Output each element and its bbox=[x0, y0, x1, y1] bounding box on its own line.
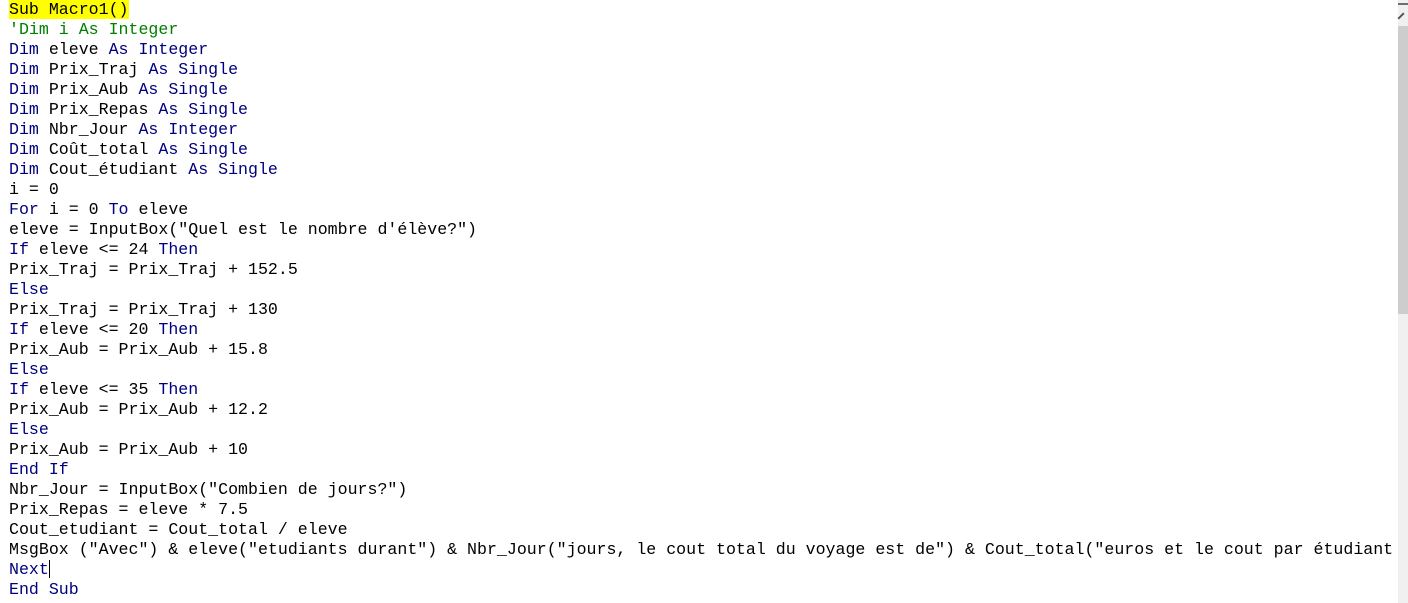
code-token: eleve <= 24 bbox=[38, 240, 159, 259]
code-line[interactable]: Dim Prix_Aub As Single bbox=[9, 80, 1393, 100]
keyword-token: Else bbox=[9, 420, 49, 439]
code-line[interactable]: eleve = InputBox("Quel est le nombre d'é… bbox=[9, 220, 1393, 240]
code-token: Prix_Aub = Prix_Aub + 12.2 bbox=[9, 400, 268, 419]
code-token: eleve <= 20 bbox=[38, 320, 159, 339]
code-line[interactable]: Prix_Aub = Prix_Aub + 12.2 bbox=[9, 400, 1393, 420]
code-line[interactable]: For i = 0 To eleve bbox=[9, 200, 1393, 220]
keyword-token: Next bbox=[9, 560, 49, 579]
split-handle-icon bbox=[1397, 12, 1405, 20]
scrollbar-splitter[interactable] bbox=[1398, 3, 1408, 5]
keyword-token: As Single bbox=[138, 80, 229, 99]
code-line[interactable]: Prix_Repas = eleve * 7.5 bbox=[9, 500, 1393, 520]
code-line[interactable]: i = 0 bbox=[9, 180, 1393, 200]
keyword-token: Then bbox=[158, 240, 199, 259]
code-token: Prix_Aub bbox=[48, 80, 139, 99]
keyword-token: Else bbox=[9, 360, 49, 379]
code-line[interactable]: Dim Cout_étudiant As Single bbox=[9, 160, 1393, 180]
code-token: i = 0 bbox=[48, 200, 109, 219]
keyword-token: As Single bbox=[158, 140, 249, 159]
keyword-token: Dim bbox=[9, 100, 49, 119]
code-line[interactable]: Prix_Traj = Prix_Traj + 152.5 bbox=[9, 260, 1393, 280]
keyword-token: If bbox=[9, 240, 39, 259]
code-line[interactable]: Dim eleve As Integer bbox=[9, 40, 1393, 60]
code-line[interactable]: Cout_etudiant = Cout_total / eleve bbox=[9, 520, 1393, 540]
keyword-token: End Sub bbox=[9, 580, 79, 599]
code-token: Cout_étudiant bbox=[48, 160, 189, 179]
keyword-token: Dim bbox=[9, 40, 49, 59]
code-line[interactable]: Prix_Aub = Prix_Aub + 10 bbox=[9, 440, 1393, 460]
text-caret bbox=[48, 560, 50, 578]
code-token: Prix_Traj = Prix_Traj + 130 bbox=[9, 300, 278, 319]
code-token: Prix_Aub = Prix_Aub + 10 bbox=[9, 440, 248, 459]
code-token: Cout_etudiant = Cout_total / eleve bbox=[9, 520, 348, 539]
keyword-token: Else bbox=[9, 280, 49, 299]
code-token: MsgBox ("Avec") & eleve("etudiants duran… bbox=[9, 540, 1394, 559]
keyword-token: Dim bbox=[9, 60, 49, 79]
code-token: Prix_Repas = eleve * 7.5 bbox=[9, 500, 248, 519]
keyword-token: As Single bbox=[188, 160, 278, 179]
code-line[interactable]: End If bbox=[9, 460, 1393, 480]
code-line[interactable]: Else bbox=[9, 280, 1393, 300]
keyword-token: As Single bbox=[148, 60, 239, 79]
code-line[interactable]: Else bbox=[9, 360, 1393, 380]
code-line[interactable]: Else bbox=[9, 420, 1393, 440]
code-line[interactable]: Next bbox=[9, 560, 1393, 580]
scrollbar-thumb[interactable] bbox=[1398, 26, 1408, 314]
keyword-token: Dim bbox=[9, 120, 49, 139]
code-token: Prix_Repas bbox=[48, 100, 159, 119]
code-token: eleve bbox=[138, 200, 189, 219]
code-token: Coût_total bbox=[48, 140, 159, 159]
code-line[interactable]: Dim Prix_Traj As Single bbox=[9, 60, 1393, 80]
keyword-token: For bbox=[9, 200, 49, 219]
keyword-token: If bbox=[9, 320, 39, 339]
keyword-token: If bbox=[9, 380, 39, 399]
keyword-token: End If bbox=[9, 460, 69, 479]
code-editor[interactable]: Sub Macro1() 'Dim i As Integer Dim eleve A… bbox=[0, 0, 1398, 603]
code-token: Prix_Traj = Prix_Traj + 152.5 bbox=[9, 260, 298, 279]
code-token: i = 0 bbox=[9, 180, 59, 199]
code-line[interactable]: Dim Prix_Repas As Single bbox=[9, 100, 1393, 120]
code-token: eleve = InputBox("Quel est le nombre d'é… bbox=[9, 220, 478, 239]
code-line[interactable]: MsgBox ("Avec") & eleve("etudiants duran… bbox=[9, 540, 1393, 560]
vertical-scrollbar[interactable] bbox=[1397, 0, 1408, 603]
code-line[interactable]: Prix_Traj = Prix_Traj + 130 bbox=[9, 300, 1393, 320]
code-line[interactable]: If eleve <= 24 Then bbox=[9, 240, 1393, 260]
code-line[interactable]: Prix_Aub = Prix_Aub + 15.8 bbox=[9, 340, 1393, 360]
code-token: Prix_Aub = Prix_Aub + 15.8 bbox=[9, 340, 268, 359]
code-line[interactable]: Dim Coût_total As Single bbox=[9, 140, 1393, 160]
code-line[interactable]: 'Dim i As Integer bbox=[9, 20, 1393, 40]
code-line[interactable]: End Sub bbox=[9, 580, 1393, 600]
code-token: Prix_Traj bbox=[48, 60, 149, 79]
keyword-token: As Integer bbox=[138, 120, 239, 139]
execution-point-highlight: Sub Macro1() bbox=[9, 0, 129, 19]
keyword-token: Then bbox=[158, 320, 199, 339]
code-line[interactable]: If eleve <= 35 Then bbox=[9, 380, 1393, 400]
keyword-token: Dim bbox=[9, 80, 49, 99]
code-line[interactable]: If eleve <= 20 Then bbox=[9, 320, 1393, 340]
keyword-token: As Integer bbox=[108, 40, 209, 59]
keyword-token: As Single bbox=[158, 100, 249, 119]
keyword-token: To bbox=[108, 200, 139, 219]
code-token: Nbr_Jour bbox=[48, 120, 139, 139]
code-line[interactable]: Nbr_Jour = InputBox("Combien de jours?") bbox=[9, 480, 1393, 500]
code-line[interactable]: Sub Macro1() bbox=[9, 0, 1393, 20]
code-token: Nbr_Jour = InputBox("Combien de jours?") bbox=[9, 480, 408, 499]
code-token: eleve bbox=[48, 40, 109, 59]
keyword-token: Then bbox=[158, 380, 199, 399]
keyword-token: Dim bbox=[9, 160, 49, 179]
comment-token: 'Dim i As Integer bbox=[9, 20, 179, 39]
code-token: eleve <= 35 bbox=[38, 380, 159, 399]
keyword-token: Dim bbox=[9, 140, 49, 159]
code-pane[interactable]: Sub Macro1() 'Dim i As Integer Dim eleve A… bbox=[9, 0, 1393, 600]
code-line[interactable]: Dim Nbr_Jour As Integer bbox=[9, 120, 1393, 140]
